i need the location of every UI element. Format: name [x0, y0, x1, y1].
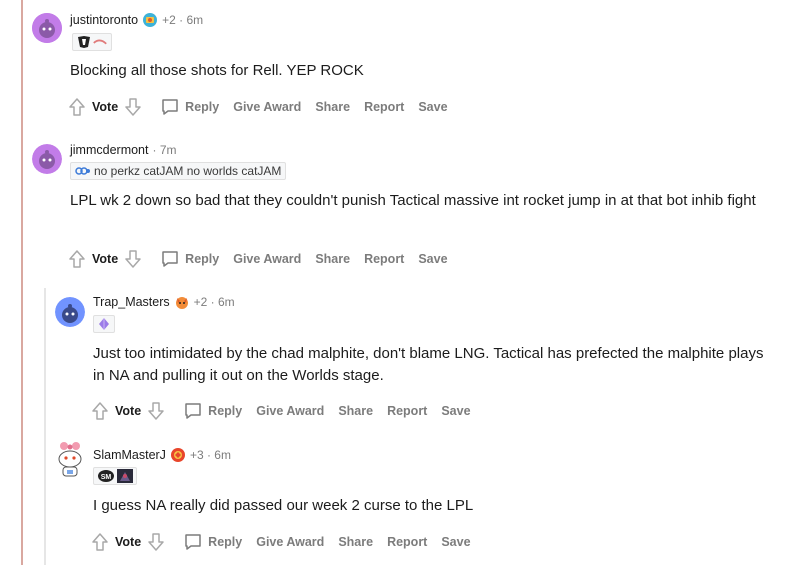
award-icon — [142, 12, 158, 28]
avatar[interactable] — [55, 297, 85, 327]
thread-line[interactable] — [21, 0, 23, 565]
comment-actions: Vote Reply Give Award Share Report Save — [68, 96, 462, 118]
comment-body: I guess NA really did passed our week 2 … — [93, 497, 474, 514]
reply-label: Reply — [208, 404, 243, 418]
svg-text:SM: SM — [101, 474, 112, 481]
share-button[interactable]: Share — [315, 252, 350, 266]
comment-meta: +2 · 6m — [193, 295, 235, 309]
share-button[interactable]: Share — [315, 100, 350, 114]
comment-meta: · 7m — [152, 143, 177, 157]
author-name[interactable]: justintoronto — [70, 12, 138, 28]
reply-label: Reply — [185, 100, 220, 114]
user-flair — [72, 33, 112, 51]
give-award-button[interactable]: Give Award — [256, 404, 324, 418]
share-button[interactable]: Share — [338, 535, 373, 549]
flair-text: no perkz catJAM no worlds catJAM — [94, 164, 282, 178]
award-icon — [170, 447, 186, 463]
vote-count: Vote — [115, 404, 142, 418]
upvote-icon[interactable] — [68, 249, 86, 269]
reply-button[interactable]: Reply — [183, 532, 242, 552]
give-award-button[interactable]: Give Award — [233, 252, 301, 266]
give-award-button[interactable]: Give Award — [233, 100, 301, 114]
comment-actions: Vote Reply Give Award Share Report Save — [91, 400, 485, 422]
comment-actions: Vote Reply Give Award Share Report Save — [68, 248, 462, 270]
comment-body: Just too intimidated by the chad malphit… — [93, 345, 764, 384]
author-name[interactable]: Trap_Masters — [93, 294, 170, 310]
sword-icon — [93, 39, 107, 45]
vote-count: Vote — [92, 252, 119, 266]
downvote-icon[interactable] — [147, 532, 165, 552]
report-button[interactable]: Report — [387, 535, 427, 549]
comment-meta: +3 · 6m — [189, 448, 231, 462]
comment-bubble-icon — [185, 534, 201, 550]
comment-body: Blocking all those shots for Rell. YEP R… — [70, 62, 364, 79]
upvote-icon[interactable] — [91, 532, 109, 552]
comment-meta: +2 · 6m — [162, 13, 204, 27]
comment-bubble-icon — [162, 99, 178, 115]
downvote-icon[interactable] — [124, 249, 142, 269]
avatar[interactable] — [32, 13, 62, 43]
crystal-icon — [99, 318, 109, 330]
link-icon — [75, 167, 90, 175]
save-button[interactable]: Save — [441, 535, 470, 549]
report-button[interactable]: Report — [364, 100, 404, 114]
upvote-icon[interactable] — [91, 401, 109, 421]
champion-icon — [117, 469, 133, 483]
reply-label: Reply — [185, 252, 220, 266]
author-name[interactable]: jimmcdermont — [70, 142, 149, 158]
report-button[interactable]: Report — [364, 252, 404, 266]
downvote-icon[interactable] — [124, 97, 142, 117]
save-button[interactable]: Save — [441, 404, 470, 418]
user-flair: SM — [93, 467, 137, 485]
downvote-icon[interactable] — [147, 401, 165, 421]
reply-button[interactable]: Reply — [160, 249, 219, 269]
report-button[interactable]: Report — [387, 404, 427, 418]
avatar[interactable] — [53, 440, 87, 478]
reply-label: Reply — [208, 535, 243, 549]
team-logo-icon: SM — [98, 470, 114, 482]
user-flair — [93, 315, 115, 333]
team-logo-icon — [78, 36, 90, 48]
nested-thread-line[interactable] — [44, 288, 46, 565]
vote-count: Vote — [115, 535, 142, 549]
reply-button[interactable]: Reply — [160, 97, 219, 117]
give-award-button[interactable]: Give Award — [256, 535, 324, 549]
vote-count: Vote — [92, 100, 119, 114]
save-button[interactable]: Save — [418, 252, 447, 266]
comment-bubble-icon — [185, 403, 201, 419]
comment-actions: Vote Reply Give Award Share Report Save — [91, 531, 485, 553]
avatar[interactable] — [32, 144, 62, 174]
save-button[interactable]: Save — [418, 100, 447, 114]
award-icon — [174, 294, 190, 310]
comment-body: LPL wk 2 down so bad that they couldn't … — [70, 192, 756, 209]
share-button[interactable]: Share — [338, 404, 373, 418]
author-name[interactable]: SlamMasterJ — [93, 447, 166, 463]
upvote-icon[interactable] — [68, 97, 86, 117]
reply-button[interactable]: Reply — [183, 401, 242, 421]
comment-bubble-icon — [162, 251, 178, 267]
user-flair: no perkz catJAM no worlds catJAM — [70, 162, 287, 180]
